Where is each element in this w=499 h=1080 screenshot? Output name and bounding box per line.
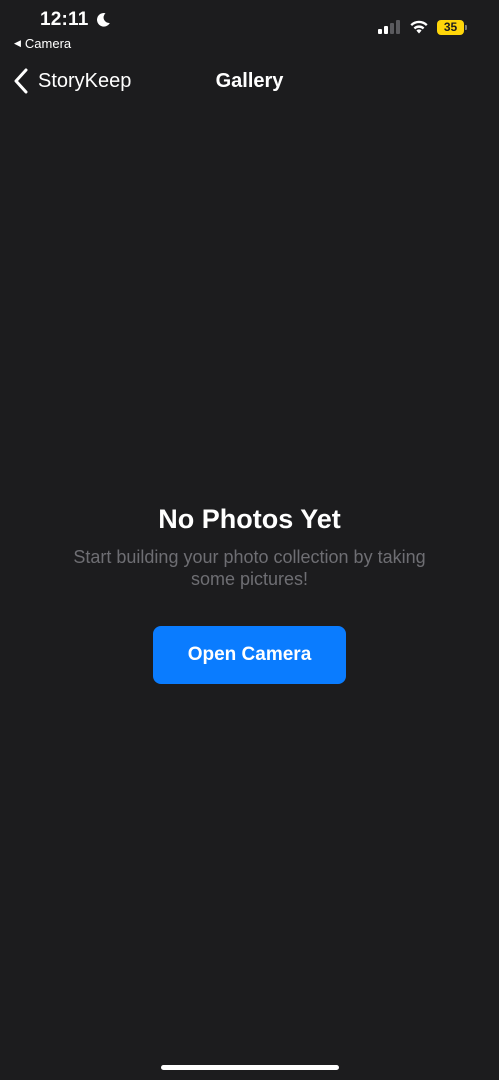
- navigation-bar: StoryKeep Gallery: [0, 58, 499, 104]
- moon-icon: [96, 12, 110, 27]
- gallery-screen: 12:11 ◀ Camera 35 StoryKeep Gallery No P…: [0, 0, 499, 1080]
- back-triangle-icon: ◀: [14, 38, 21, 48]
- empty-state-title: No Photos Yet: [158, 504, 341, 534]
- battery-level: 35: [437, 19, 464, 35]
- home-indicator[interactable]: [161, 1065, 339, 1070]
- empty-state-subtitle: Start building your photo collection by …: [73, 547, 426, 589]
- status-time: 12:11: [40, 9, 89, 30]
- chevron-left-icon: [14, 68, 28, 94]
- battery-cap: [465, 24, 467, 30]
- status-bar: 12:11 ◀ Camera 35: [0, 0, 499, 58]
- back-button[interactable]: StoryKeep: [12, 68, 131, 94]
- empty-state: No Photos Yet Start building your photo …: [0, 500, 499, 684]
- battery-icon: 35: [437, 19, 467, 35]
- wifi-icon: [410, 20, 428, 34]
- signal-icon: [378, 20, 400, 34]
- status-icons: 35: [377, 19, 467, 35]
- back-button-label: StoryKeep: [38, 69, 132, 92]
- time-group: 12:11: [40, 9, 111, 31]
- return-to-app-link[interactable]: ◀ Camera: [14, 36, 71, 51]
- open-camera-button[interactable]: Open Camera: [153, 626, 346, 684]
- return-app-label: Camera: [24, 36, 72, 51]
